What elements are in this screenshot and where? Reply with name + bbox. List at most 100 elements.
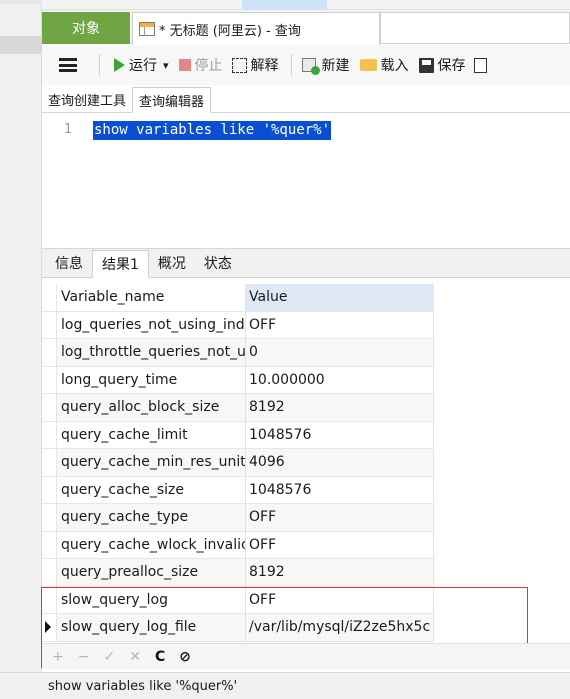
table-row[interactable]: query_cache_limit 1048576 [42, 421, 570, 449]
value-cell[interactable]: 8192 [246, 559, 434, 587]
value-cell[interactable]: OFF [246, 586, 434, 614]
copy-button[interactable] [473, 57, 487, 73]
variable-name-cell[interactable]: query_cache_wlock_invalic [56, 531, 246, 559]
navigation-pane [0, 0, 42, 672]
new-label: 新建 [321, 58, 350, 74]
variable-name-cell[interactable]: query_prealloc_size [56, 559, 246, 587]
row-indicator [42, 339, 56, 367]
hamburger-menu-icon[interactable] [59, 58, 77, 72]
tab-query-editor[interactable]: 查询编辑器 [132, 87, 212, 113]
stop-icon [178, 59, 191, 71]
run-label: 运行 [129, 58, 157, 74]
sql-editor[interactable]: 1 show variables like '%quer%' [42, 114, 570, 242]
grid-header-row: Variable_name Value [42, 284, 570, 312]
table-row[interactable]: query_cache_size 1048576 [42, 476, 570, 504]
status-text: show variables like '%quer%' [48, 678, 238, 694]
row-indicator [42, 367, 56, 394]
run-dropdown-icon[interactable]: ▾ [163, 59, 169, 72]
result-tabs: 信息 结果1 概况 状态 [42, 248, 570, 278]
value-cell[interactable]: 8192 [246, 394, 434, 422]
tab-query-builder[interactable]: 查询创建工具 [42, 86, 132, 112]
variable-name-cell[interactable]: log_throttle_queries_not_u [56, 339, 246, 367]
tab-info[interactable]: 信息 [46, 249, 92, 277]
table-row[interactable]: query_cache_min_res_unit 4096 [42, 449, 570, 477]
row-indicator [42, 394, 56, 422]
result-grid: Variable_name Value log_queries_not_usin… [42, 284, 570, 642]
toolbar-divider [290, 54, 292, 76]
row-indicator [42, 532, 56, 559]
stop-button[interactable]: 停止 [178, 55, 223, 75]
tab-query-label: * 无标题 (阿里云) - 查询 [159, 23, 301, 39]
table-row-current[interactable]: slow_query_log_file /var/lib/mysql/iZ2ze… [42, 614, 570, 642]
tab-overview[interactable]: 概况 [149, 249, 195, 277]
table-row[interactable]: query_prealloc_size 8192 [42, 559, 570, 587]
column-header-value[interactable]: Value [246, 284, 434, 312]
row-indicator-header [42, 284, 56, 312]
current-row-pointer-icon [45, 621, 51, 634]
tab-bar: 对象 * 无标题 (阿里云) - 查询 [42, 10, 570, 45]
table-row[interactable]: query_cache_wlock_invalic OFF [42, 531, 570, 559]
line-number: 1 [64, 122, 72, 137]
variable-name-cell[interactable]: query_cache_limit [56, 421, 246, 449]
delete-record-icon[interactable]: − [78, 649, 90, 665]
value-cell[interactable]: 1048576 [246, 476, 434, 504]
new-button[interactable]: 新建 [301, 55, 350, 75]
play-icon [114, 58, 125, 72]
refresh-icon[interactable]: C [155, 649, 165, 665]
save-button[interactable]: 保存 [418, 55, 466, 75]
value-cell[interactable]: 4096 [246, 449, 434, 477]
line-gutter: 1 [42, 114, 82, 242]
copy-icon [473, 57, 487, 73]
value-cell[interactable]: OFF [246, 531, 434, 559]
sql-code-selected[interactable]: show variables like '%quer%' [93, 121, 332, 140]
add-record-icon[interactable]: + [52, 649, 64, 665]
toolbar-divider [99, 54, 100, 76]
value-cell[interactable]: /var/lib/mysql/iZ2ze5hx5c [246, 614, 434, 642]
tab-query[interactable]: * 无标题 (阿里云) - 查询 [132, 12, 380, 45]
menu-bar [42, 0, 570, 10]
tab-objects[interactable]: 对象 [42, 12, 130, 44]
table-row[interactable]: long_query_time 10.000000 [42, 366, 570, 394]
tab-result1[interactable]: 结果1 [92, 250, 149, 278]
grid-footer-toolbar: + − ✓ ✕ C ⊘ [42, 643, 570, 669]
value-cell[interactable]: 0 [246, 339, 434, 367]
row-indicator [42, 614, 56, 642]
table-row[interactable]: slow_query_log OFF [42, 586, 570, 614]
table-row[interactable]: query_alloc_block_size 8192 [42, 394, 570, 422]
row-indicator [42, 504, 56, 532]
variable-name-cell[interactable]: long_query_time [56, 366, 246, 394]
table-row[interactable]: log_queries_not_using_ind OFF [42, 311, 570, 339]
new-query-icon [301, 58, 320, 75]
table-row[interactable]: query_cache_type OFF [42, 504, 570, 532]
query-toolbar: 运行 ▾ 停止 解释 新建 载入 保存 [42, 45, 570, 85]
column-header-variable-name[interactable]: Variable_name [56, 284, 246, 312]
variable-name-cell[interactable]: query_cache_size [56, 476, 246, 504]
run-button[interactable]: 运行 ▾ [114, 55, 169, 75]
stop-query-icon[interactable]: ⊘ [179, 649, 191, 665]
discard-changes-icon[interactable]: ✕ [129, 649, 141, 665]
variable-name-cell[interactable]: log_queries_not_using_ind [56, 311, 246, 339]
variable-name-cell[interactable]: query_alloc_block_size [56, 394, 246, 422]
tab-status[interactable]: 状态 [195, 249, 241, 277]
value-cell[interactable]: OFF [246, 504, 434, 532]
row-indicator [42, 559, 56, 587]
variable-name-cell[interactable]: query_cache_type [56, 504, 246, 532]
variable-name-cell[interactable]: slow_query_log_file [56, 614, 246, 642]
save-icon [418, 57, 434, 73]
navigation-selected-item[interactable] [0, 36, 42, 54]
value-cell[interactable]: OFF [246, 311, 434, 339]
load-button[interactable]: 载入 [359, 55, 409, 75]
apply-changes-icon[interactable]: ✓ [103, 649, 115, 665]
menu-item-query-highlight[interactable] [242, 0, 327, 10]
left-strip-top [0, 0, 42, 4]
load-label: 载入 [380, 58, 409, 74]
explain-button[interactable]: 解释 [231, 55, 279, 75]
explain-label: 解释 [250, 58, 279, 74]
variable-name-cell[interactable]: slow_query_log [56, 586, 246, 614]
tab-objects-label: 对象 [72, 21, 100, 37]
value-cell[interactable]: 10.000000 [246, 366, 434, 394]
value-cell[interactable]: 1048576 [246, 421, 434, 449]
table-icon [139, 22, 155, 36]
table-row[interactable]: log_throttle_queries_not_u 0 [42, 339, 570, 367]
variable-name-cell[interactable]: query_cache_min_res_unit [56, 449, 246, 477]
